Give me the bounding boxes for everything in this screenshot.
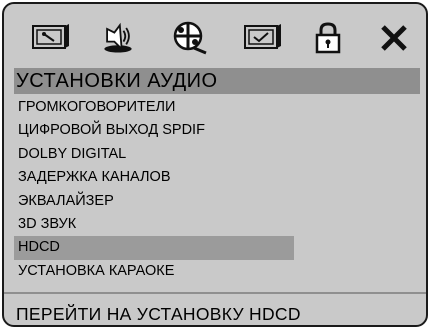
audio-settings-menu: ГРОМКОГОВОРИТЕЛИ ЦИФРОВОЙ ВЫХОД SPDIF DO… <box>14 96 420 283</box>
menu-item-hdcd[interactable]: HDCD <box>14 236 294 260</box>
menu-item-channel-delay[interactable]: ЗАДЕРЖКА КАНАЛОВ <box>14 166 294 189</box>
status-divider <box>4 292 426 294</box>
menu-item-dolby-digital[interactable]: DOLBY DIGITAL <box>14 143 294 166</box>
film-reel-video-icon[interactable] <box>170 21 210 55</box>
setup-menu-window: УСТАНОВКИ АУДИО ГРОМКОГОВОРИТЕЛИ ЦИФРОВО… <box>2 2 428 327</box>
close-icon[interactable] <box>374 22 414 54</box>
menu-item-equalizer[interactable]: ЭКВАЛАЙЗЕР <box>14 190 294 213</box>
menu-item-speakers[interactable]: ГРОМКОГОВОРИТЕЛИ <box>14 96 294 119</box>
icon-toolbar <box>4 4 426 68</box>
menu-item-spdif-output[interactable]: ЦИФРОВОЙ ВЫХОД SPDIF <box>14 119 294 142</box>
menu-item-karaoke-setup[interactable]: УСТАНОВКА КАРАОКЕ <box>14 260 294 283</box>
lock-icon[interactable] <box>308 22 348 54</box>
checkbox-preference-icon[interactable] <box>242 22 282 54</box>
speaker-audio-icon[interactable] <box>98 22 138 54</box>
page-title: УСТАНОВКИ АУДИО <box>14 68 420 94</box>
menu-item-3d-sound[interactable]: 3D ЗВУК <box>14 213 294 236</box>
wrench-setup-icon[interactable] <box>30 22 70 54</box>
status-text: ПЕРЕЙТИ НА УСТАНОВКУ HDCD <box>16 304 301 324</box>
